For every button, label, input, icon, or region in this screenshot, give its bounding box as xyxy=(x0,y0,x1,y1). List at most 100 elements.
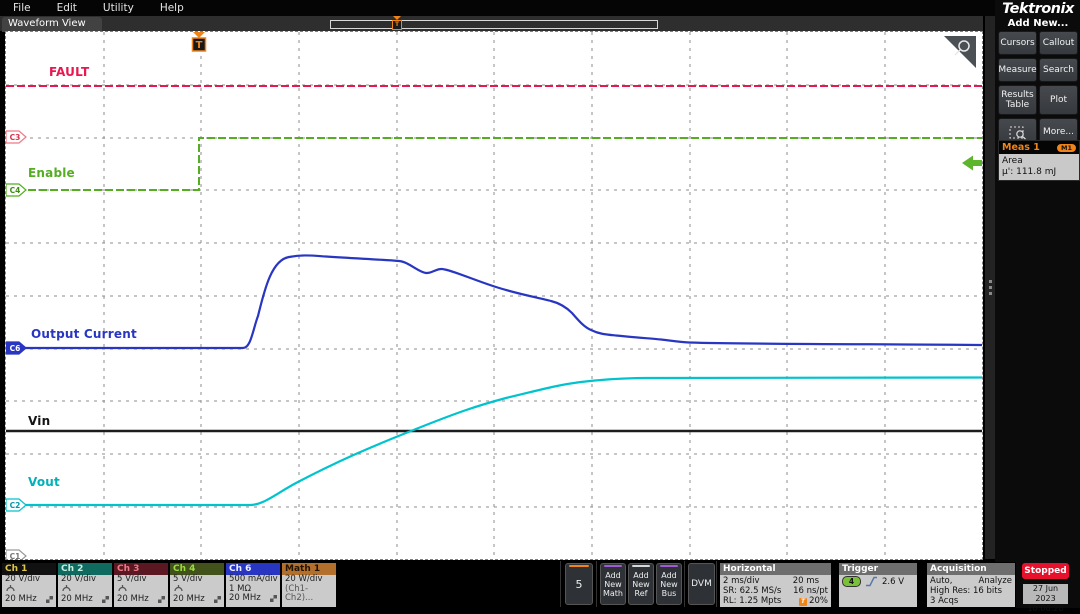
grid-lines xyxy=(6,32,982,559)
ch3-scale: 5 V/div xyxy=(117,575,166,585)
math1-source: (Ch1-Ch2)... xyxy=(285,585,334,604)
record-trigger-position-icon[interactable]: T xyxy=(392,16,401,27)
sample-interval: 16 ns/pt xyxy=(793,586,828,596)
splitter-dot xyxy=(989,280,992,283)
zoom-box-flag[interactable] xyxy=(944,36,976,68)
output-current-label: Output Current xyxy=(31,327,137,341)
output-current-trace-ch6 xyxy=(6,255,982,348)
meas1-type: Area xyxy=(1002,156,1076,167)
math1-badge[interactable]: Math 1 20 W/div (Ch1-Ch2)... xyxy=(281,562,337,608)
waveform-graticule[interactable]: T C3 C4 C6 C2 C1 FAULT xyxy=(5,31,983,560)
add-new-heading: Add New... xyxy=(998,18,1078,29)
menu-bar: File Edit Utility Help xyxy=(0,0,1080,16)
record-duration: 20 ms xyxy=(793,576,819,586)
steps-icon xyxy=(214,596,222,604)
menu-utility[interactable]: Utility xyxy=(90,2,147,14)
acq-analyze: Analyze xyxy=(979,576,1013,586)
divider xyxy=(684,561,685,607)
menu-edit[interactable]: Edit xyxy=(44,2,90,14)
svg-text:C4: C4 xyxy=(10,186,21,195)
fault-label: FAULT xyxy=(49,65,89,79)
plot-button[interactable]: Plot xyxy=(1039,85,1078,115)
ch1-bandwidth: 20 MHz xyxy=(5,595,37,605)
trigger-t-icon: T xyxy=(392,20,402,30)
tektronix-logo: Tektronix xyxy=(998,1,1078,17)
add-new-ref-button[interactable]: AddNewRef xyxy=(628,563,654,605)
ch4-bandwidth: 20 MHz xyxy=(173,595,205,605)
sidebar-buttons: Cursors Callout Measure Search Results T… xyxy=(998,31,1078,146)
steps-icon xyxy=(102,596,110,604)
trigger-level: 2.6 V xyxy=(882,577,904,587)
acquisition-badge[interactable]: Acquisition Auto, Analyze High Res: 16 bi… xyxy=(926,562,1016,608)
trigger-position-marker[interactable]: T xyxy=(193,32,206,51)
probe-icon xyxy=(117,585,128,592)
run-stop-status-button[interactable]: Stopped xyxy=(1022,563,1069,579)
vin-label: Vin xyxy=(28,414,50,428)
acq-count: 3 Acqs xyxy=(930,596,1012,606)
orange-stripe xyxy=(569,565,589,567)
menu-help[interactable]: Help xyxy=(147,2,197,14)
trigger-position-percent: 20% xyxy=(809,596,828,606)
svg-text:C2: C2 xyxy=(10,501,21,510)
add-new-bus-button[interactable]: AddNewBus xyxy=(656,563,682,605)
ch4-scale: 5 V/div xyxy=(173,575,222,585)
horizontal-badge[interactable]: Horizontal 2 ms/div20 ms SR: 62.5 MS/s16… xyxy=(719,562,832,608)
probe-icon xyxy=(5,585,16,592)
meas1-badge[interactable]: Meas 1 M1 Area μ': 111.8 mJ xyxy=(998,140,1080,181)
ch2-badge[interactable]: Ch 2 20 V/div 20 MHz xyxy=(57,562,113,608)
ch6-badge[interactable]: Ch 6 500 mA/div 1 MΩ 20 MHz xyxy=(225,562,281,608)
channel-marker-c2[interactable]: C2 xyxy=(6,499,26,511)
svg-text:C3: C3 xyxy=(10,133,21,142)
count-button[interactable]: 5 xyxy=(565,563,593,605)
trigger-source-pill: 4 xyxy=(842,576,861,587)
trigger-position-icon: T xyxy=(799,598,807,606)
measure-button[interactable]: Measure xyxy=(998,58,1037,82)
meas1-chip: M1 xyxy=(1057,144,1076,152)
channel-marker-c3[interactable]: C3 xyxy=(6,131,26,143)
ch3-badge[interactable]: Ch 3 5 V/div 20 MHz xyxy=(113,562,169,608)
svg-text:T: T xyxy=(196,40,203,51)
channel-marker-c1[interactable]: C1 xyxy=(6,550,26,559)
trigger-level-arrow[interactable] xyxy=(962,156,982,171)
probe-icon xyxy=(61,585,72,592)
purple-stripe xyxy=(604,565,622,567)
ch4-badge[interactable]: Ch 4 5 V/div 20 MHz xyxy=(169,562,225,608)
steps-icon xyxy=(270,595,278,603)
date: 27 Jun 2023 xyxy=(1023,584,1068,604)
record-view-bar[interactable] xyxy=(330,20,658,29)
callout-button[interactable]: Callout xyxy=(1039,31,1078,55)
meas1-title: Meas 1 xyxy=(1002,142,1040,153)
acq-resolution: High Res: 16 bits xyxy=(930,586,1012,596)
waveform-plot: T C3 C4 C6 C2 C1 xyxy=(6,32,982,559)
rising-edge-icon xyxy=(865,576,878,587)
datetime-display: 27 Jun 2023 10:06:20 xyxy=(1023,584,1068,604)
steps-icon xyxy=(158,596,166,604)
ch1-badge[interactable]: Ch 1 20 V/div 20 MHz xyxy=(1,562,57,608)
enable-label: Enable xyxy=(28,166,75,180)
splitter-dot xyxy=(989,292,992,295)
add-new-math-button[interactable]: AddNewMath xyxy=(600,563,626,605)
search-button[interactable]: Search xyxy=(1039,58,1078,82)
results-table-button[interactable]: Results Table xyxy=(998,85,1037,115)
channel-marker-c6[interactable]: C6 xyxy=(6,342,26,354)
divider xyxy=(560,561,561,607)
dvm-button[interactable]: DVM xyxy=(688,563,715,605)
panel-splitter[interactable] xyxy=(985,16,995,559)
splitter-dot xyxy=(989,286,992,289)
waveform-view-tab[interactable]: Waveform View xyxy=(2,17,102,32)
ch6-bandwidth: 20 MHz xyxy=(229,594,261,604)
svg-text:C1: C1 xyxy=(10,552,21,559)
divider xyxy=(596,561,597,607)
gray-stripe xyxy=(632,565,650,567)
purple-stripe xyxy=(660,565,678,567)
record-length: RL: 1.25 Mpts xyxy=(723,596,781,606)
ch3-bandwidth: 20 MHz xyxy=(117,595,149,605)
cursors-button[interactable]: Cursors xyxy=(998,31,1037,55)
trigger-badge[interactable]: Trigger 4 2.6 V xyxy=(838,562,918,608)
acquisition-title: Acquisition xyxy=(927,563,1015,575)
acq-mode: Auto, xyxy=(930,576,952,586)
probe-icon xyxy=(173,585,184,592)
zoom-box-icon xyxy=(1009,125,1027,140)
menu-file[interactable]: File xyxy=(0,2,44,14)
channel-marker-c4[interactable]: C4 xyxy=(6,184,26,196)
